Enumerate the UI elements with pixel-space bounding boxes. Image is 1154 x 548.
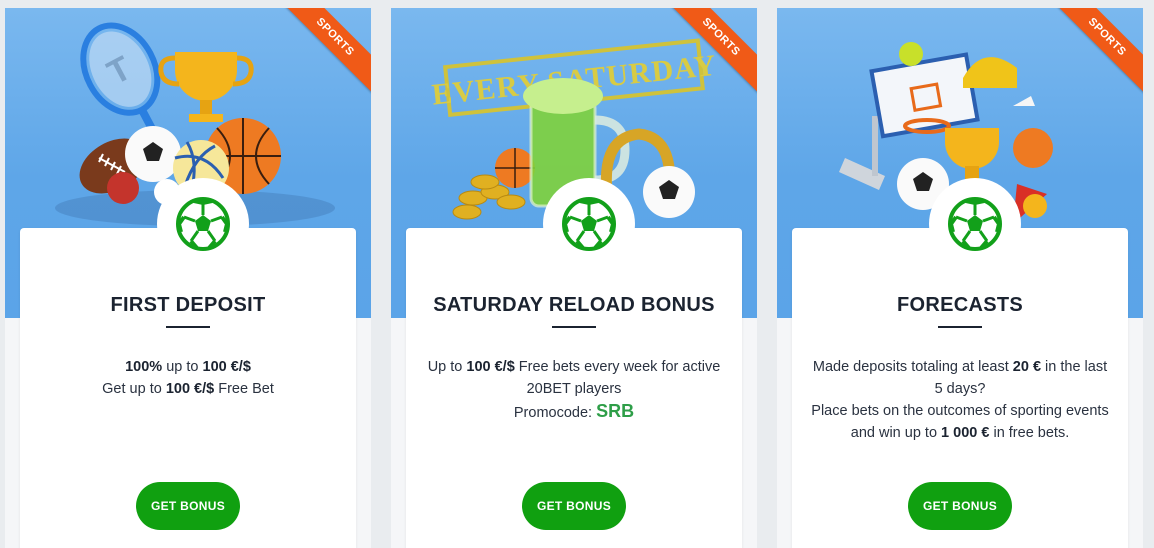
get-bonus-button[interactable]: GET BONUS xyxy=(136,482,240,530)
promo-card-first-deposit: T SPORTS FIRST DEPOSIT 100% up to 100 €/… xyxy=(5,8,371,548)
title-underline xyxy=(166,326,210,328)
get-bonus-button[interactable]: GET BONUS xyxy=(908,482,1012,530)
promo-card-saturday-reload: EVERY SATURDAY SPORTS SATURDAY RELOAD BO… xyxy=(391,8,757,548)
promo-title: FIRST DEPOSIT xyxy=(110,294,266,316)
promo-title: FORECASTS xyxy=(896,294,1024,316)
promo-panel: FORECASTS Made deposits totaling at leas… xyxy=(792,178,1128,548)
promo-description: 100% up to 100 €/$ Get up to 100 €/$ Fre… xyxy=(102,359,274,397)
title-underline xyxy=(552,326,596,328)
promo-description: Up to 100 €/$ Free bets every week for a… xyxy=(427,359,721,421)
promo-title: SATURDAY RELOAD BONUS xyxy=(433,294,715,316)
promo-code: SRB xyxy=(596,401,635,421)
soccer-ball-icon xyxy=(543,178,635,270)
soccer-ball-icon xyxy=(157,178,249,270)
promo-panel: FIRST DEPOSIT 100% up to 100 €/$ Get up … xyxy=(20,178,356,548)
soccer-ball-icon xyxy=(929,178,1021,270)
get-bonus-button[interactable]: GET BONUS xyxy=(522,482,626,530)
promo-description: Made deposits totaling at least 20 € in … xyxy=(811,359,1109,441)
promo-card-forecasts: SPORTS FORECASTS Made deposits totaling … xyxy=(777,8,1143,548)
promo-panel: SATURDAY RELOAD BONUS Up to 100 €/$ Free… xyxy=(406,178,742,548)
title-underline xyxy=(938,326,982,328)
